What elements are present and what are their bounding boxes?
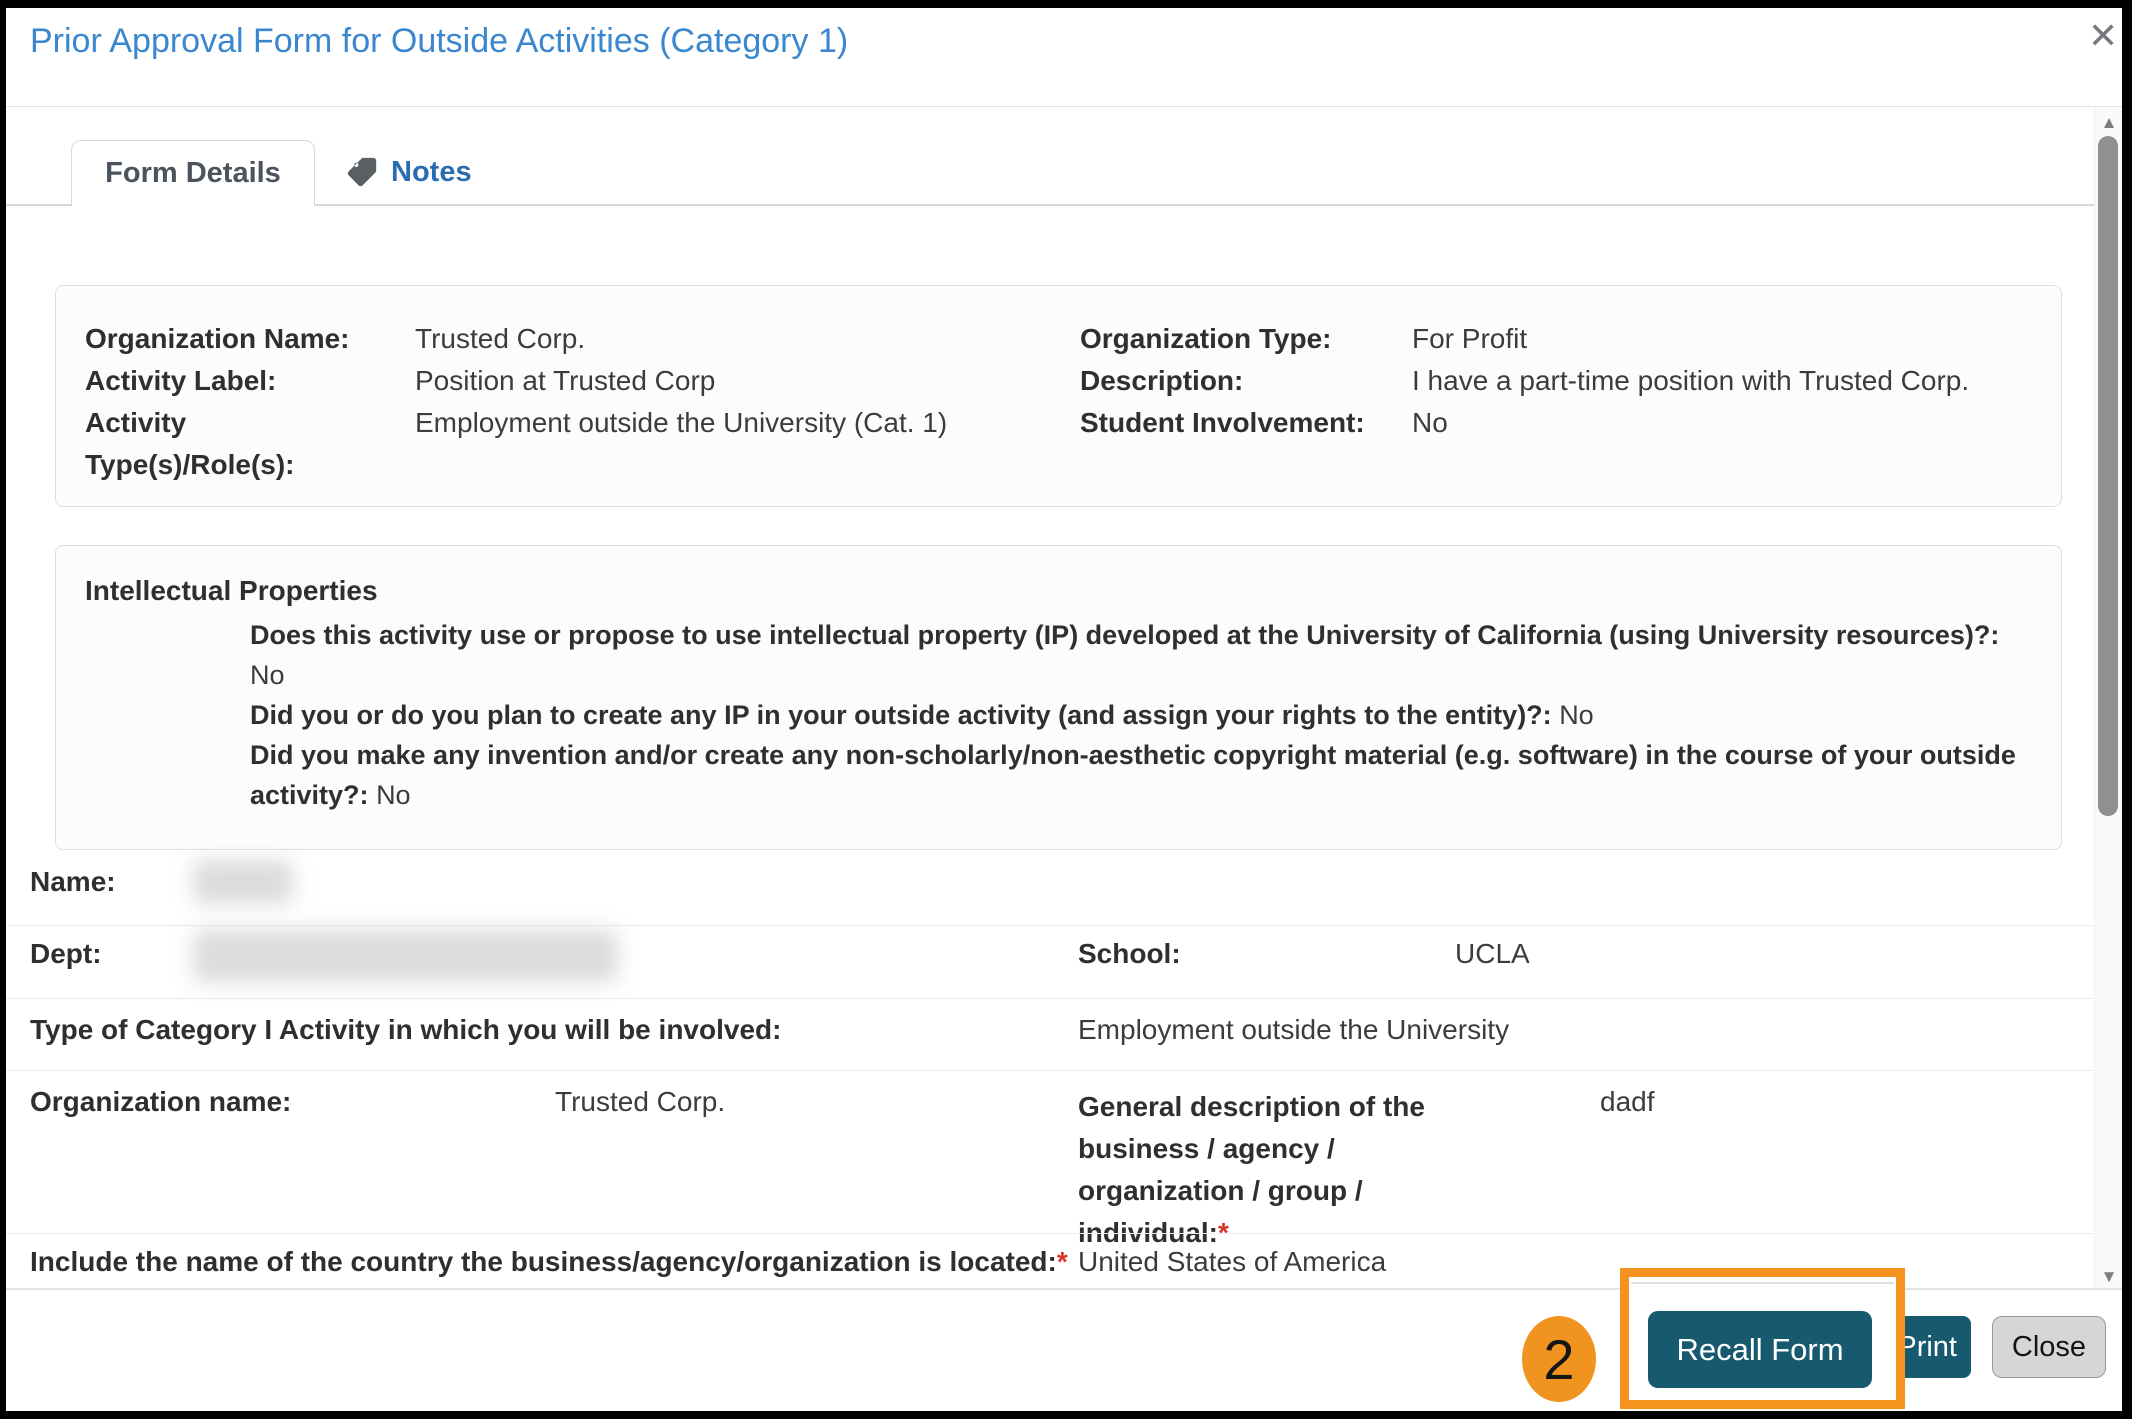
row-divider [6, 925, 2094, 926]
country-label: Include the name of the country the busi… [30, 1246, 1068, 1277]
summary-label: Activity Label: [85, 365, 277, 396]
organization-name-value: Trusted Corp. [555, 1086, 726, 1117]
row-divider [6, 1233, 2094, 1234]
annotation-step-badge: 2 [1522, 1316, 1596, 1402]
scrollbar-thumb[interactable] [2098, 136, 2118, 816]
dept-label: Dept: [30, 938, 102, 969]
annotation-inner-line [1631, 1282, 1894, 1284]
summary-value: Employment outside the University (Cat. … [415, 407, 948, 438]
tabbar-underline [6, 204, 2122, 206]
category-type-value: Employment outside the University [1078, 1014, 1510, 1045]
summary-value: Trusted Corp. [415, 323, 586, 354]
summary-label: Student Involvement: [1080, 407, 1365, 438]
ip-answer-1: No [250, 660, 285, 690]
tab-notes-label: Notes [391, 155, 472, 188]
ip-answer-3: No [376, 780, 411, 810]
tab-notes[interactable]: Notes [345, 140, 472, 204]
screenshot-stage: Prior Approval Form for Outside Activiti… [0, 0, 2132, 1419]
general-description-label: General description of the business / ag… [1078, 1091, 1425, 1248]
scrollbar-up-icon[interactable]: ▲ [2096, 114, 2122, 131]
category-type-label: Type of Category I Activity in which you… [30, 1014, 782, 1045]
header-divider [6, 106, 2122, 107]
ip-question-3: Did you make any invention and/or create… [250, 740, 2016, 810]
summary-value: Position at Trusted Corp [415, 365, 716, 396]
name-label: Name: [30, 866, 116, 897]
close-button[interactable]: Close [1992, 1316, 2106, 1378]
summary-value: No [1412, 407, 1448, 438]
summary-label: Organization Type: [1080, 323, 1332, 354]
ip-question-2: Did you or do you plan to create any IP … [250, 700, 1552, 730]
organization-name-label: Organization name: [30, 1086, 292, 1117]
row-divider [6, 1070, 2094, 1071]
summary-value: I have a part-time position with Trusted… [1412, 365, 1970, 396]
school-label: School: [1078, 938, 1181, 969]
dept-value-redacted [193, 930, 618, 982]
ip-questions: Does this activity use or propose to use… [250, 615, 2060, 815]
recall-form-button[interactable]: Recall Form [1648, 1311, 1872, 1388]
ip-question-1: Does this activity use or propose to use… [250, 620, 2000, 650]
tab-form-details[interactable]: Form Details [71, 140, 315, 206]
summary-label: Description: [1080, 365, 1244, 396]
school-value: UCLA [1455, 938, 1530, 969]
ip-heading: Intellectual Properties [85, 575, 378, 606]
required-asterisk: * [1056, 1246, 1068, 1277]
general-description-value: dadf [1600, 1086, 1655, 1117]
summary-label: Organization Name: [85, 323, 350, 354]
tag-icon [347, 157, 377, 187]
summary-label: Activity Type(s)/Role(s): [85, 407, 295, 480]
country-value: United States of America [1078, 1246, 1387, 1277]
summary-value: For Profit [1412, 323, 1528, 354]
modal-title: Prior Approval Form for Outside Activiti… [30, 22, 849, 60]
name-value-redacted [193, 860, 293, 904]
close-icon[interactable]: ✕ [2088, 18, 2118, 54]
scrollbar-down-icon[interactable]: ▼ [2096, 1268, 2122, 1285]
activity-summary-grid: Organization Name: Trusted Corp. Organiz… [85, 318, 2035, 486]
ip-answer-2: No [1559, 700, 1594, 730]
row-divider [6, 998, 2094, 999]
